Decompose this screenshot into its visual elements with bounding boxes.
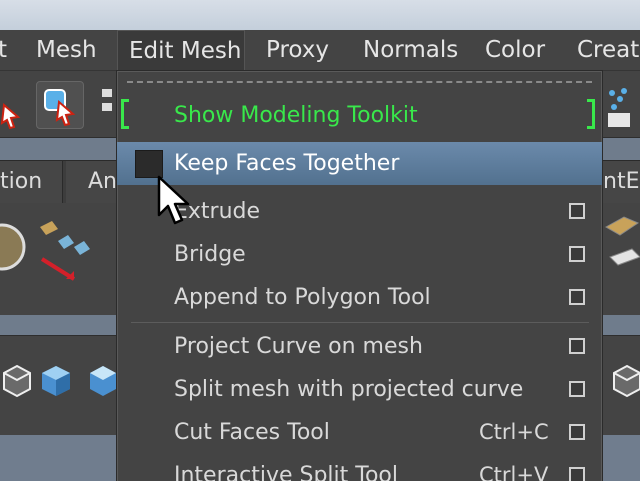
shortcut-label: Ctrl+C xyxy=(479,420,549,444)
option-box-icon[interactable] xyxy=(569,381,585,397)
shortcut-label: Ctrl+V xyxy=(479,463,549,481)
keep-faces-together-checkbox[interactable] xyxy=(135,150,163,178)
select-tool-icon[interactable] xyxy=(0,101,22,131)
window-title-bar xyxy=(0,0,640,30)
menu-item-normals[interactable]: Normals xyxy=(363,30,458,70)
menu-item-bridge[interactable]: Bridge xyxy=(117,233,602,276)
menu-item-label: Cut Faces Tool xyxy=(174,420,330,445)
menu-item-label: Append to Polygon Tool xyxy=(174,285,431,310)
menu-divider xyxy=(131,322,589,323)
menu-item-append-to-polygon[interactable]: Append to Polygon Tool xyxy=(117,276,602,319)
poly-plane-icon[interactable] xyxy=(602,213,640,283)
poly-cube-icon[interactable] xyxy=(40,364,72,402)
option-box-icon[interactable] xyxy=(569,467,585,481)
menu-item-split-mesh-projected[interactable]: Split mesh with projected curve xyxy=(117,368,602,411)
menu-item-select-partial[interactable]: t xyxy=(0,30,18,70)
menu-item-label: Keep Faces Together xyxy=(174,151,400,176)
menu-item-proxy[interactable]: Proxy xyxy=(266,30,336,70)
tab-animation-partial[interactable]: tion xyxy=(0,161,63,203)
tab-ente-partial[interactable]: ntE xyxy=(603,161,640,203)
menu-item-label: Project Curve on mesh xyxy=(174,334,423,359)
tab-label: tion xyxy=(0,169,43,194)
option-box-icon[interactable] xyxy=(569,424,585,440)
maya-window: t Mesh Edit Mesh Proxy Normals Color Cre… xyxy=(0,0,640,481)
lasso-select-button[interactable] xyxy=(36,81,84,129)
menu-item-cut-faces[interactable]: Cut Faces Tool Ctrl+C xyxy=(117,411,602,454)
menu-item-interactive-split[interactable]: Interactive Split Tool Ctrl+V xyxy=(117,454,602,481)
menu-item-create-partial[interactable]: Creat xyxy=(577,30,640,70)
menu-item-label: Bridge xyxy=(174,242,246,267)
menu-item-label: Split mesh with projected curve xyxy=(174,377,524,402)
paint-select-icon[interactable] xyxy=(100,87,116,127)
menu-item-edit-mesh[interactable]: Edit Mesh xyxy=(117,30,245,70)
show-modeling-toolkit-item[interactable]: Show Modeling Toolkit xyxy=(117,93,602,139)
poly-cube-wire-icon[interactable] xyxy=(2,364,32,402)
menu-item-mesh[interactable]: Mesh xyxy=(36,30,106,70)
poly-cube-wire-right-icon[interactable] xyxy=(612,364,640,402)
option-box-icon[interactable] xyxy=(569,289,585,305)
option-box-icon[interactable] xyxy=(569,338,585,354)
tear-off-handle[interactable] xyxy=(127,81,592,83)
extract-faces-icon[interactable] xyxy=(34,217,104,287)
right-bracket-icon xyxy=(587,99,595,129)
menu-bar: t Mesh Edit Mesh Proxy Normals Color Cre… xyxy=(0,30,640,71)
poly-cube-small-icon[interactable] xyxy=(88,364,118,402)
tab-label: ntE xyxy=(603,169,640,194)
tab-label: An xyxy=(88,169,117,194)
edit-mesh-dropdown: Show Modeling Toolkit Keep Faces Togethe… xyxy=(116,70,603,481)
tab-an-partial[interactable]: An xyxy=(66,161,118,203)
sculpt-tool-icon[interactable] xyxy=(0,217,26,277)
menu-item-color[interactable]: Color xyxy=(485,30,555,70)
left-bracket-icon xyxy=(121,99,129,129)
option-box-icon[interactable] xyxy=(569,203,585,219)
mouse-cursor-icon xyxy=(156,175,196,230)
snap-tool-icon[interactable] xyxy=(604,85,640,131)
option-box-icon[interactable] xyxy=(569,246,585,262)
menu-item-project-curve[interactable]: Project Curve on mesh xyxy=(117,325,602,368)
menu-item-label: Interactive Split Tool xyxy=(174,463,399,481)
show-modeling-toolkit-label: Show Modeling Toolkit xyxy=(174,103,418,128)
